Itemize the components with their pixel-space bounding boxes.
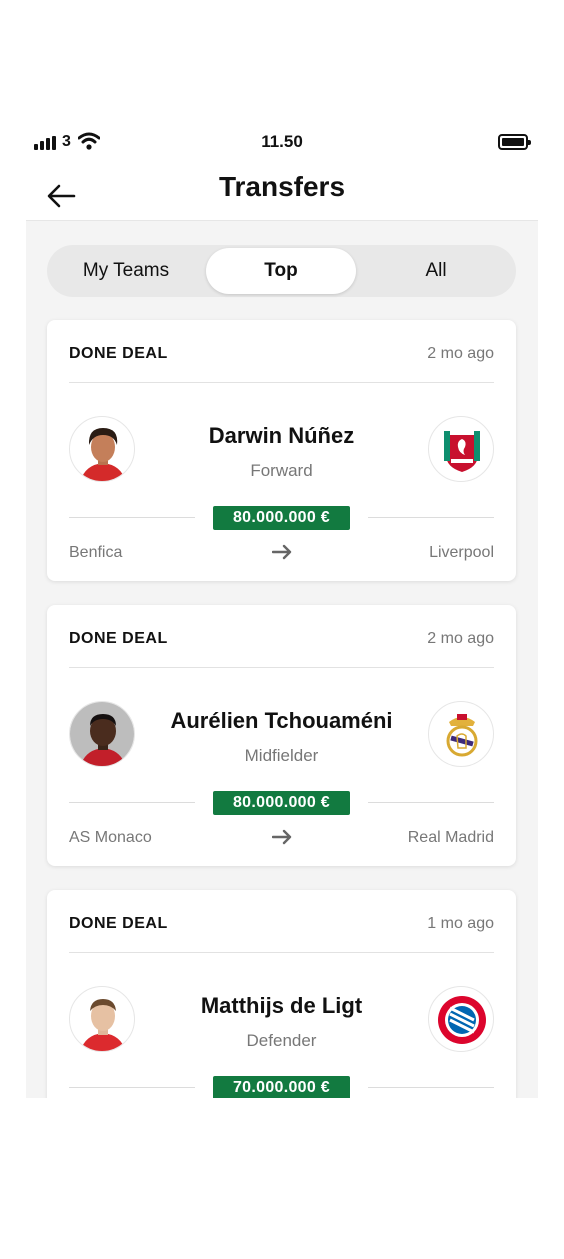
from-club: AS Monaco <box>69 829 152 846</box>
arrow-right-icon <box>272 544 292 560</box>
divider <box>69 667 494 668</box>
app-header: Transfers <box>26 165 538 221</box>
deal-status: DONE DEAL <box>69 630 168 647</box>
fee-divider-left <box>69 802 195 803</box>
liverpool-crest-icon <box>428 416 494 482</box>
transfer-fee-badge: 80.000.000 € <box>213 791 350 815</box>
tab-my-teams[interactable]: My Teams <box>51 248 201 294</box>
tab-selector: My Teams Top All <box>47 245 516 297</box>
tab-top[interactable]: Top <box>206 248 356 294</box>
transfer-card[interactable]: DONE DEAL 2 mo ago Aurélien Tchouaméni M… <box>47 605 516 866</box>
deal-status: DONE DEAL <box>69 345 168 362</box>
transfer-fee-badge: 80.000.000 € <box>213 506 350 530</box>
bayern-munchen-crest-icon <box>428 986 494 1052</box>
battery-icon <box>498 134 531 150</box>
fee-divider-left <box>69 517 195 518</box>
fee-divider-right <box>368 517 494 518</box>
deal-time: 2 mo ago <box>427 630 494 647</box>
transfer-fee-badge: 70.000.000 € <box>213 1076 350 1098</box>
status-bar: 3 11.50 <box>0 128 564 158</box>
arrow-right-icon <box>272 829 292 845</box>
deal-time: 1 mo ago <box>427 915 494 932</box>
fee-divider-right <box>368 1087 494 1088</box>
divider <box>69 382 494 383</box>
tab-all[interactable]: All <box>361 248 511 294</box>
clock: 11.50 <box>261 132 303 151</box>
to-club: Real Madrid <box>407 829 494 846</box>
divider <box>69 952 494 953</box>
real-madrid-crest-icon <box>428 701 494 767</box>
transfer-card[interactable]: DONE DEAL 1 mo ago Matthijs de Ligt Defe… <box>47 890 516 1098</box>
fee-divider-right <box>368 802 494 803</box>
transfer-card[interactable]: DONE DEAL 2 mo ago Darwin Núñez Forward <box>47 320 516 581</box>
deal-status: DONE DEAL <box>69 915 168 932</box>
page-title: Transfers <box>218 171 346 202</box>
transfers-content[interactable]: My Teams Top All DONE DEAL 2 mo ago Darw… <box>26 221 538 1098</box>
fee-divider-left <box>69 1087 195 1088</box>
deal-time: 2 mo ago <box>427 345 494 362</box>
from-club: Benfica <box>69 544 123 561</box>
to-club: Liverpool <box>429 544 494 561</box>
